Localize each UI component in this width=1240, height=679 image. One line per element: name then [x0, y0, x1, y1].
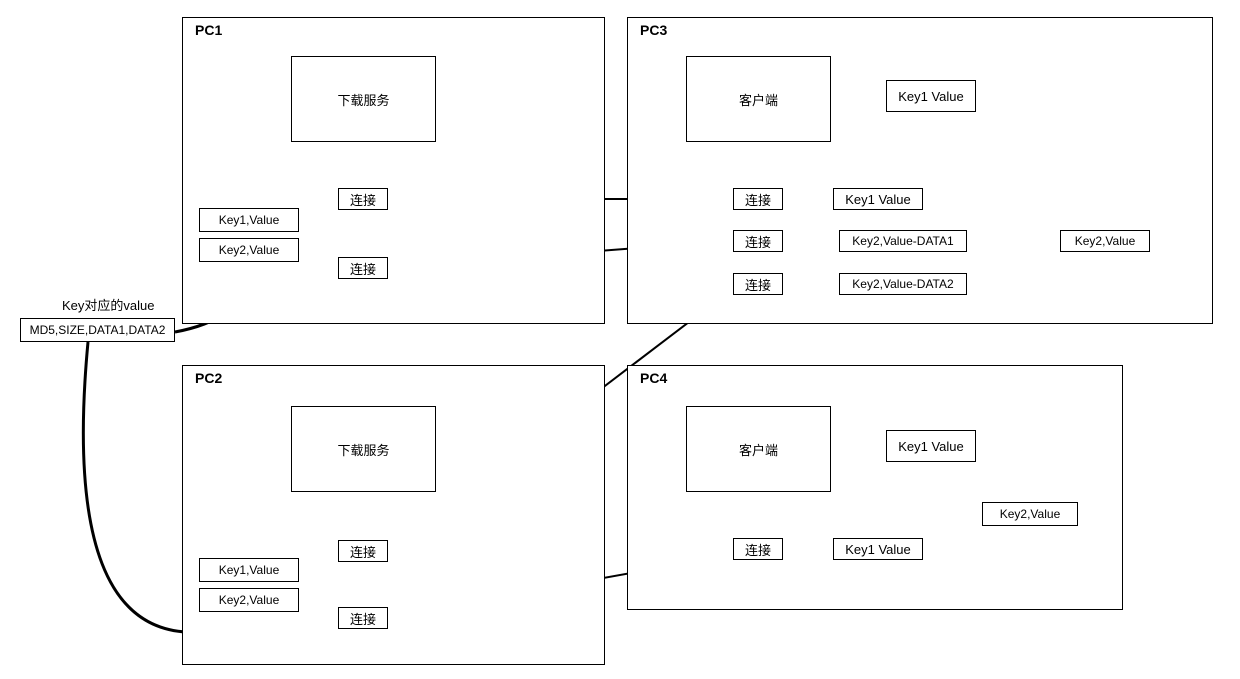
- side-value-box: MD5,SIZE,DATA1,DATA2: [20, 318, 175, 342]
- pc4-key1-mid: Key1 Value: [833, 538, 923, 560]
- pc2-service: 下载服务: [291, 406, 436, 492]
- pc1-label: PC1: [195, 22, 222, 38]
- pc3-conn3: 连接: [733, 273, 783, 295]
- pc1-conn2: 连接: [338, 257, 388, 279]
- pc1-conn1: 连接: [338, 188, 388, 210]
- pc3-client: 客户端: [686, 56, 831, 142]
- pc3-key1-top: Key1 Value: [886, 80, 976, 112]
- pc4-db-row: Key2,Value: [982, 502, 1078, 526]
- pc2-db-row1: Key1,Value: [199, 558, 299, 582]
- pc2-conn2: 连接: [338, 607, 388, 629]
- pc3-key1-mid: Key1 Value: [833, 188, 923, 210]
- pc3-key2value: Key2,Value: [1060, 230, 1150, 252]
- pc4-client: 客户端: [686, 406, 831, 492]
- pc3-conn1: 连接: [733, 188, 783, 210]
- pc4-key1-top: Key1 Value: [886, 430, 976, 462]
- pc3-key2data1: Key2,Value-DATA1: [839, 230, 967, 252]
- pc2-conn1: 连接: [338, 540, 388, 562]
- pc1-service: 下载服务: [291, 56, 436, 142]
- pc2-db-row2: Key2,Value: [199, 588, 299, 612]
- pc4-label: PC4: [640, 370, 667, 386]
- pc3-key2data2: Key2,Value-DATA2: [839, 273, 967, 295]
- pc2-label: PC2: [195, 370, 222, 386]
- pc3-conn2: 连接: [733, 230, 783, 252]
- pc3-label: PC3: [640, 22, 667, 38]
- pc4-conn1: 连接: [733, 538, 783, 560]
- side-title: Key对应的value: [62, 295, 154, 314]
- pc1-db-row2: Key2,Value: [199, 238, 299, 262]
- pc1-db-row1: Key1,Value: [199, 208, 299, 232]
